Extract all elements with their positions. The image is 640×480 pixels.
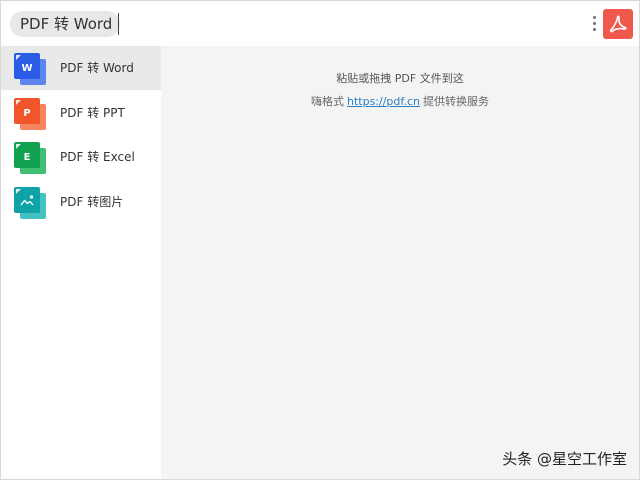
sidebar-item-label: PDF 转 Word xyxy=(60,61,134,75)
credit-suffix: 提供转换服务 xyxy=(422,95,489,108)
svg-text:W: W xyxy=(21,63,32,74)
search-query-chip[interactable]: PDF 转 Word xyxy=(10,11,121,37)
word-file-icon: W xyxy=(14,53,46,85)
service-credit: 嗨格式 https://pdf.cn 提供转换服务 xyxy=(161,93,639,109)
sidebar-item-pdf-to-image[interactable]: PDF 转图片 xyxy=(1,180,161,224)
image-file-icon xyxy=(14,186,46,219)
sidebar-item-pdf-to-word[interactable]: W PDF 转 Word xyxy=(1,46,161,90)
ppt-file-icon: P xyxy=(14,97,46,130)
acrobat-pdf-icon[interactable] xyxy=(603,9,633,39)
sidebar-item-label: PDF 转 Excel xyxy=(60,150,135,164)
credit-prefix: 嗨格式 xyxy=(311,95,344,108)
app-window: PDF 转 Word W PDF 转 Word P PDF 转 PPT E PD… xyxy=(0,0,640,480)
sidebar-item-label: PDF 转图片 xyxy=(60,194,124,209)
sidebar-item-label: PDF 转 PPT xyxy=(60,105,125,120)
pdf-cn-link[interactable]: https://pdf.cn xyxy=(347,95,420,108)
more-vertical-icon[interactable] xyxy=(590,14,598,34)
watermark: 头条 @星空工作室 xyxy=(502,450,627,468)
svg-text:P: P xyxy=(23,108,30,119)
drop-zone[interactable]: 粘贴或拖拽 PDF 文件到这 嗨格式 https://pdf.cn 提供转换服务 头… xyxy=(161,46,639,479)
excel-file-icon: E xyxy=(14,142,46,174)
svg-text:E: E xyxy=(24,152,31,163)
sidebar-item-pdf-to-ppt[interactable]: P PDF 转 PPT xyxy=(1,91,161,135)
drop-hint: 粘贴或拖拽 PDF 文件到这 xyxy=(336,72,464,85)
top-bar: PDF 转 Word xyxy=(1,1,639,46)
sidebar: W PDF 转 Word P PDF 转 PPT E PDF 转 Excel P… xyxy=(1,46,161,479)
sidebar-item-pdf-to-excel[interactable]: E PDF 转 Excel xyxy=(1,135,161,179)
text-caret xyxy=(118,13,119,35)
